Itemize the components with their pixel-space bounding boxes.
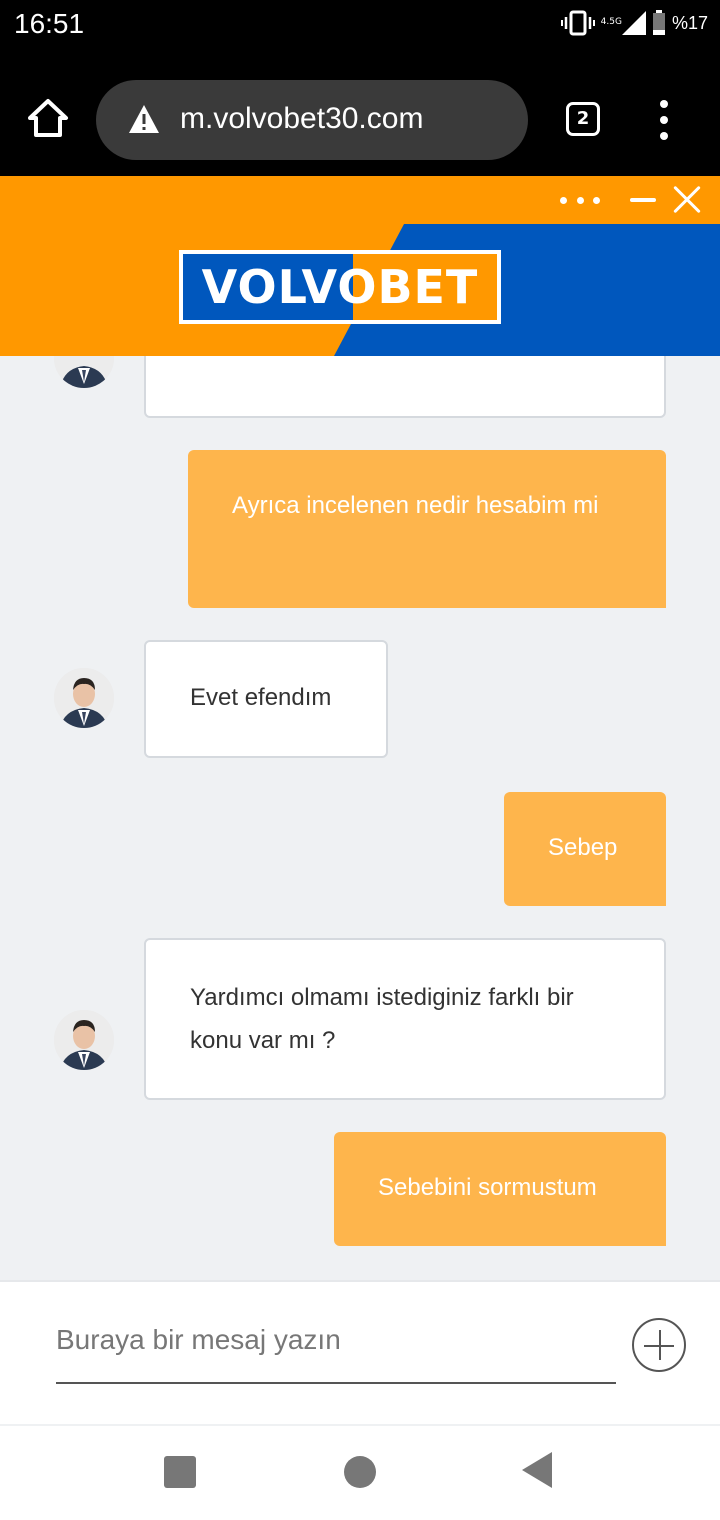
tab-switcher-button[interactable]: 2 xyxy=(566,102,600,136)
bot-message: Yardımcı olmamı istediginiz farklı bir k… xyxy=(144,938,666,1100)
signal-icon xyxy=(621,11,646,35)
browser-toolbar: m.volvobet30.com 2 xyxy=(0,50,720,176)
battery-level: %17 xyxy=(671,12,708,33)
more-options-icon[interactable] xyxy=(560,195,600,205)
user-message: Sebep xyxy=(504,792,666,906)
status-time: 16:51 xyxy=(14,8,85,39)
address-bar[interactable]: m.volvobet30.com xyxy=(96,80,528,160)
input-underline xyxy=(56,1382,616,1384)
vibrate-icon xyxy=(560,10,595,36)
network-type: 4.5G xyxy=(600,17,622,27)
agent-avatar xyxy=(54,356,114,388)
system-navigation-bar xyxy=(0,1426,720,1520)
close-icon[interactable] xyxy=(672,185,702,215)
recent-apps-icon[interactable] xyxy=(164,1456,196,1488)
more-vert-icon[interactable] xyxy=(656,100,672,140)
message-input[interactable]: Buraya bir mesaj yazın xyxy=(56,1324,341,1356)
battery-icon xyxy=(652,10,665,35)
agent-avatar xyxy=(54,1010,114,1070)
warning-icon[interactable] xyxy=(128,104,160,134)
user-message: Ayrıca incelenen nedir hesabim mi xyxy=(188,450,666,608)
volvobet-logo: VOLVOBET xyxy=(179,250,501,324)
chat-header-banner: VOLVOBET xyxy=(0,176,720,356)
minimize-icon[interactable] xyxy=(630,198,656,202)
status-bar: 16:51 4.5G %17 xyxy=(0,0,720,50)
plus-icon[interactable] xyxy=(632,1318,686,1372)
bot-message: Evet efendım xyxy=(144,640,388,758)
home-nav-icon[interactable] xyxy=(344,1456,376,1488)
user-message: Sebebini sormustum xyxy=(334,1132,666,1246)
bot-message xyxy=(144,356,666,418)
url-text: m.volvobet30.com xyxy=(180,102,424,135)
back-icon[interactable] xyxy=(522,1452,552,1488)
message-composer: Buraya bir mesaj yazın xyxy=(0,1280,720,1424)
agent-avatar xyxy=(54,668,114,728)
status-icons: 4.5G %17 xyxy=(560,10,708,36)
home-icon[interactable] xyxy=(26,96,70,140)
chat-message-list[interactable]: Ayrıca incelenen nedir hesabim mi Evet e… xyxy=(0,356,720,1280)
logo-text: VOLVOBET xyxy=(201,260,479,314)
chat-window-controls xyxy=(560,176,720,224)
